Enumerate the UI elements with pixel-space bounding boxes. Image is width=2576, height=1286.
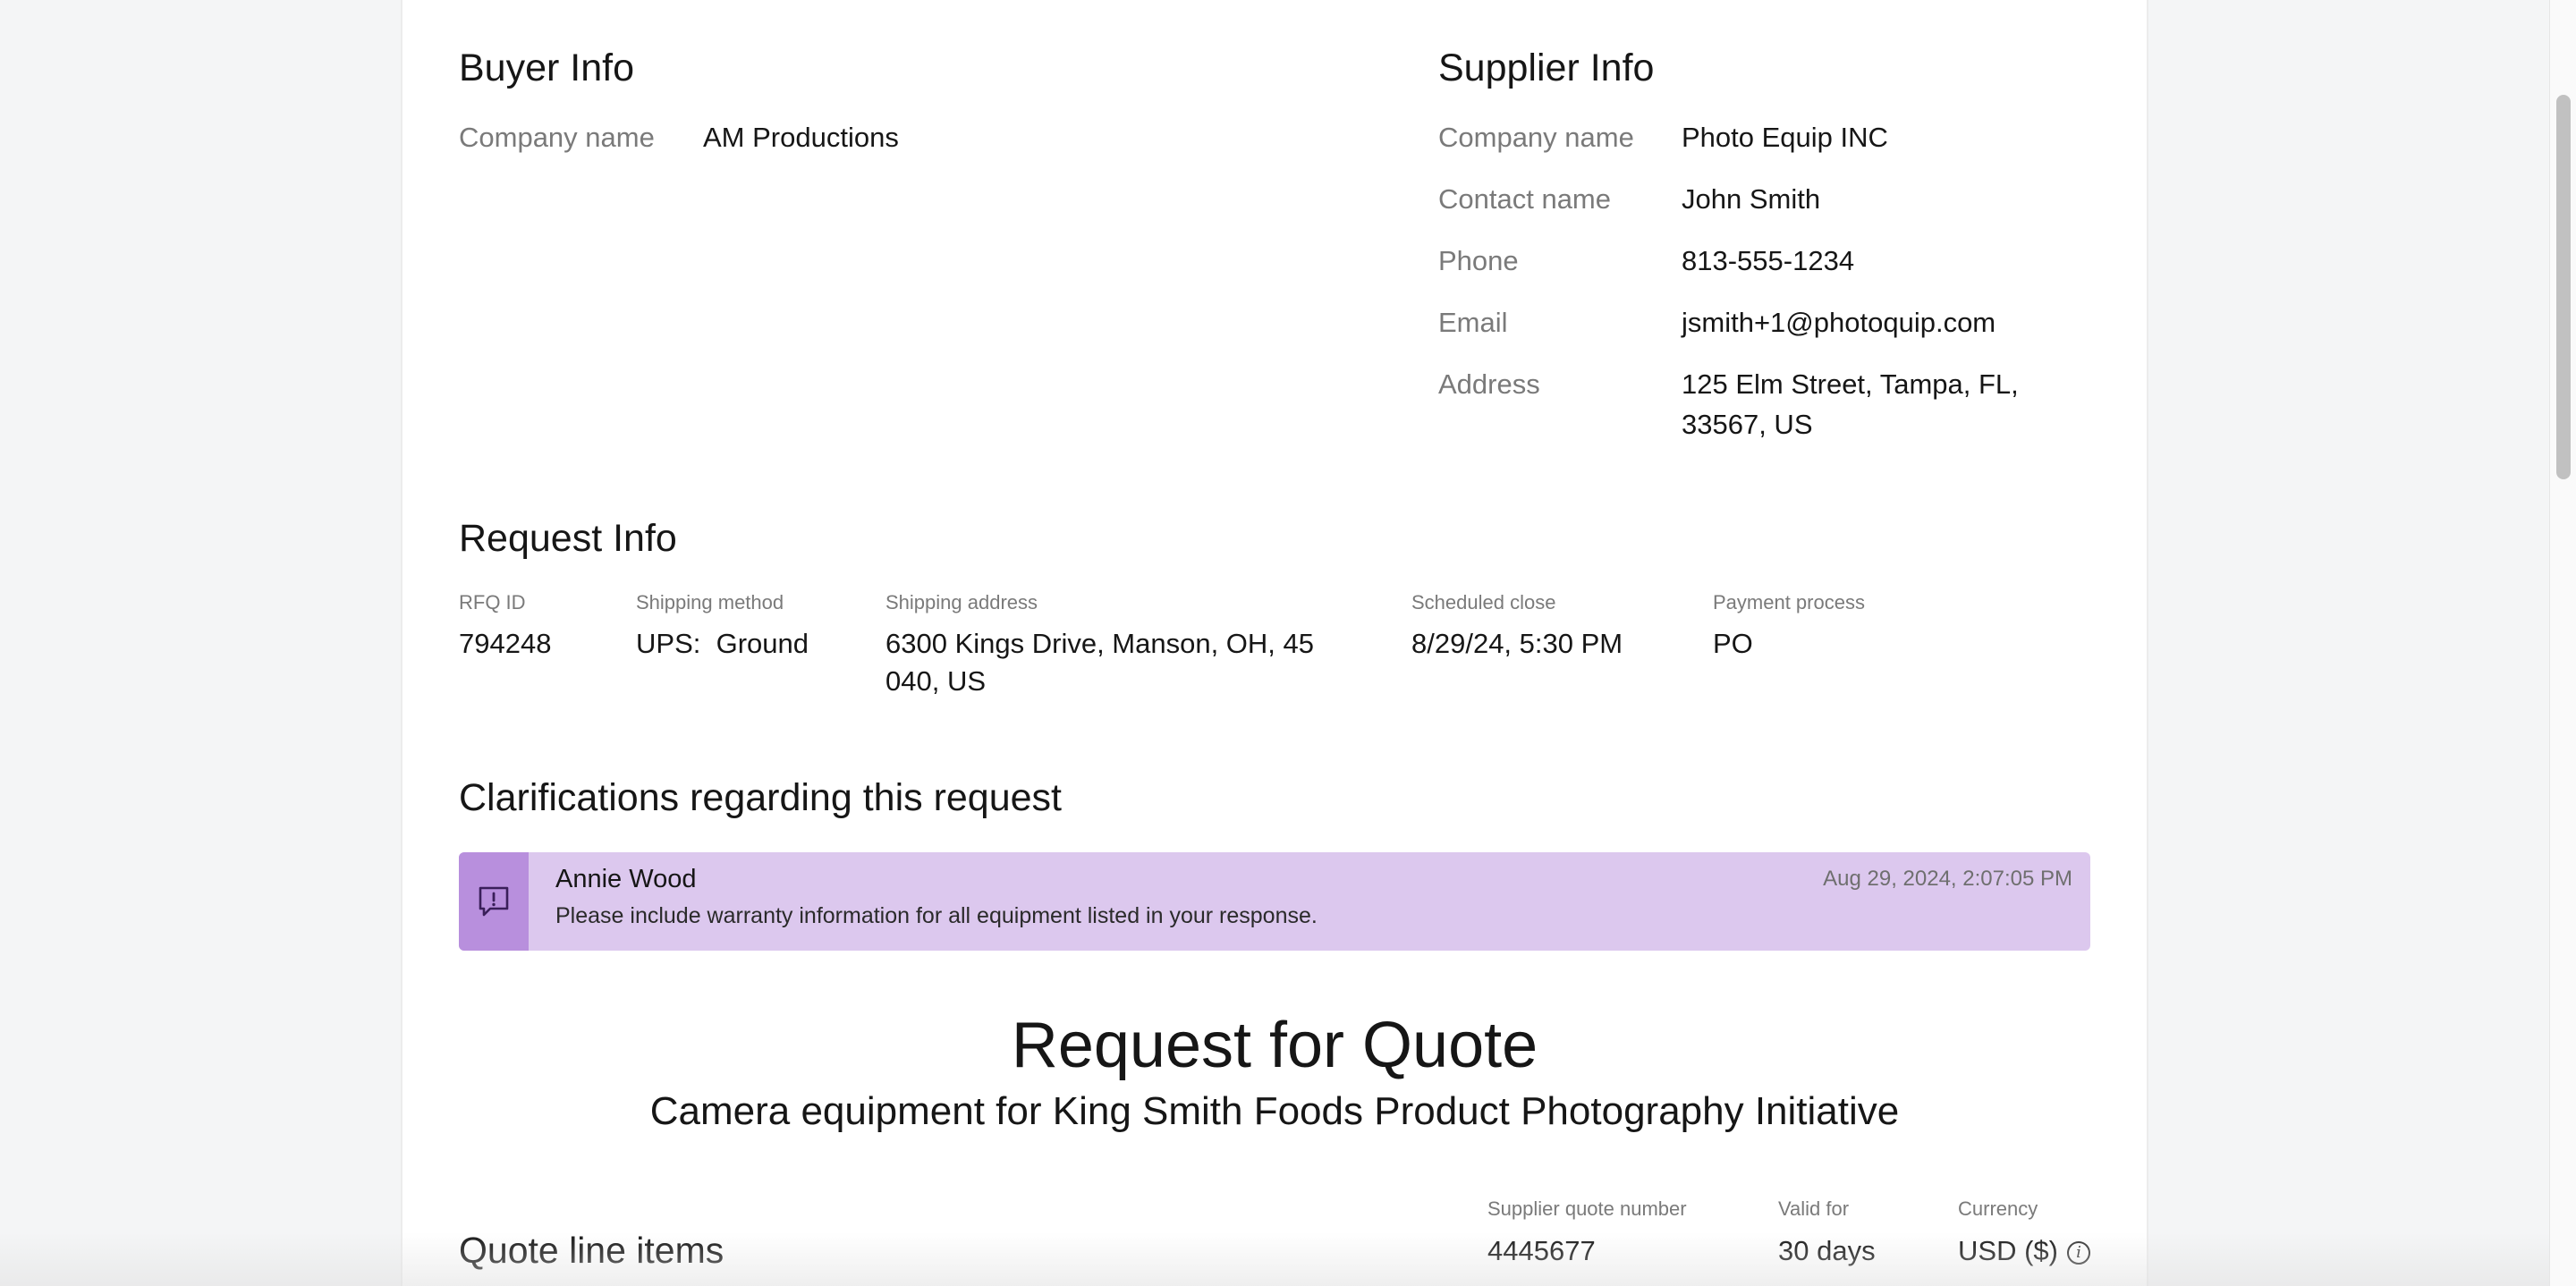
shipping-address-label: Shipping address	[886, 591, 1038, 613]
rfq-subtitle: Camera equipment for King Smith Foods Pr…	[649, 1089, 1900, 1133]
clarification-author: Annie Wood	[555, 865, 697, 893]
rfq-id-value: 794248	[459, 628, 552, 659]
valid-for-label: Valid for	[1778, 1197, 1850, 1220]
supplier-company-value: Photo Equip INC	[1682, 122, 1888, 153]
supplier-contact-value: John Smith	[1682, 183, 1821, 215]
supplier-email-label: Email	[1438, 307, 1508, 338]
shipping-address-line1: 6300 Kings Drive, Manson, OH, 45	[886, 628, 1315, 659]
shipping-method-value: UPS: Ground	[636, 628, 809, 659]
supplier-address-label: Address	[1438, 368, 1540, 400]
supplier-email-value[interactable]: jsmith+1@photoquip.com	[1682, 302, 1996, 343]
info-icon[interactable]: i	[2066, 1240, 2090, 1265]
payment-process-label: Payment process	[1713, 591, 1865, 613]
clarification-callout: Annie Wood Please include warranty infor…	[459, 852, 2090, 951]
currency-label: Currency	[1958, 1197, 2038, 1220]
scheduled-close-value: 8/29/24, 5:30 PM	[1411, 628, 1623, 659]
scrollbar-thumb[interactable]	[2556, 95, 2571, 479]
supplier-quote-number-label: Supplier quote number	[1487, 1197, 1687, 1220]
valid-for-value: 30 days	[1778, 1235, 1876, 1266]
rfq-title: Request for Quote	[1011, 1010, 1538, 1081]
currency-value: USD ($)	[1958, 1235, 2058, 1266]
supplier-contact-label: Contact name	[1438, 183, 1611, 215]
buyer-info-heading: Buyer Info	[459, 47, 634, 89]
supplier-phone-value: 813-555-1234	[1682, 245, 1855, 276]
supplier-info-heading: Supplier Info	[1438, 47, 1655, 89]
rfq-id-label: RFQ ID	[459, 591, 526, 613]
clarifications-heading: Clarifications regarding this request	[459, 776, 1062, 819]
clarification-message: Please include warranty information for …	[555, 903, 1318, 928]
shipping-address-line2: 040, US	[886, 665, 987, 697]
request-info-heading: Request Info	[459, 517, 677, 560]
callout-accent-bar	[459, 852, 529, 951]
payment-process-value: PO	[1713, 628, 1753, 659]
currency-field: USD ($) i	[1958, 1232, 2090, 1270]
supplier-quote-number-value: 4445677	[1487, 1235, 1596, 1266]
supplier-company-label: Company name	[1438, 122, 1634, 153]
supplier-address-line2: 33567, US	[1682, 409, 1813, 440]
quote-line-items-heading: Quote line items	[459, 1230, 724, 1271]
supplier-address-line1: 125 Elm Street, Tampa, FL,	[1682, 368, 2019, 400]
buyer-company-value: AM Productions	[703, 122, 899, 153]
shipping-method-label: Shipping method	[636, 591, 784, 613]
scheduled-close-label: Scheduled close	[1411, 591, 1556, 613]
supplier-phone-label: Phone	[1438, 245, 1519, 276]
scrollbar[interactable]	[2549, 0, 2576, 1286]
buyer-company-label: Company name	[459, 122, 655, 153]
message-alert-icon	[479, 886, 509, 917]
clarification-timestamp: Aug 29, 2024, 2:07:05 PM	[1823, 867, 2072, 891]
